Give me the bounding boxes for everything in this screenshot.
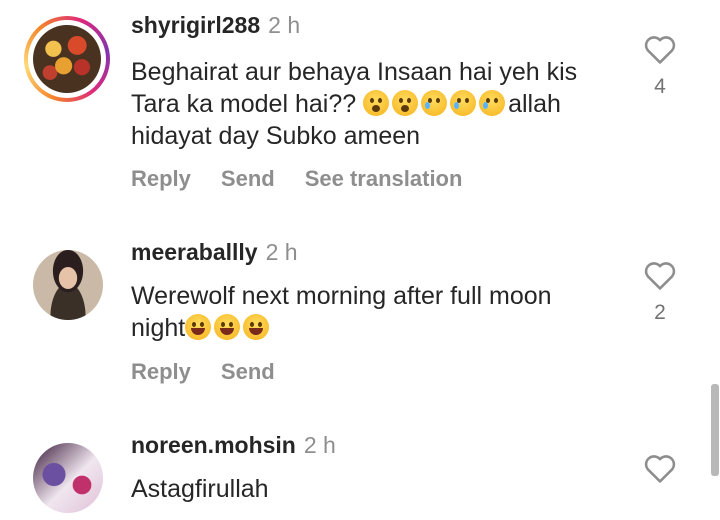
like-count: 2 xyxy=(654,301,666,324)
tears-of-joy-icon xyxy=(243,314,270,340)
comment-line: night xyxy=(131,312,631,344)
comment-actions: Reply Send xyxy=(131,359,305,385)
username-text[interactable]: meeraballly xyxy=(131,239,258,265)
username[interactable]: meeraballly 2 h xyxy=(131,239,298,266)
comment-text: Astagfirullah xyxy=(131,473,631,505)
story-ring[interactable] xyxy=(24,16,110,102)
username-text[interactable]: shyrigirl288 xyxy=(131,12,260,38)
heart-icon[interactable] xyxy=(643,452,677,484)
username-text[interactable]: noreen.mohsin xyxy=(131,432,296,458)
comment-line: Werewolf next morning after full moon xyxy=(131,282,552,310)
comment-text: Werewolf next morning after full moon ni… xyxy=(131,280,631,344)
comment-text: Beghairat aur behaya Insaan hai yeh kis … xyxy=(131,56,631,152)
timestamp: 2 h xyxy=(265,239,298,265)
comment-line: Astagfirullah xyxy=(131,475,269,503)
comment-line: Beghairat aur behaya Insaan hai yeh kis xyxy=(131,58,578,86)
comment-line: Tara ka model hai?? allah xyxy=(131,90,561,118)
avatar[interactable] xyxy=(33,443,103,513)
send-button[interactable]: Send xyxy=(221,359,275,384)
hushed-face-icon xyxy=(392,90,419,116)
timestamp: 2 h xyxy=(303,432,336,458)
like-count: 4 xyxy=(654,75,666,98)
crying-face-icon xyxy=(450,90,477,116)
crying-face-icon xyxy=(421,90,448,116)
comment-actions: Reply Send See translation xyxy=(131,166,492,192)
hushed-face-icon xyxy=(363,90,390,116)
tears-of-joy-icon xyxy=(214,314,241,340)
see-translation-button[interactable]: See translation xyxy=(305,166,463,191)
heart-icon[interactable] xyxy=(643,33,677,65)
avatar[interactable] xyxy=(33,250,103,320)
timestamp: 2 h xyxy=(268,12,301,38)
reply-button[interactable]: Reply xyxy=(131,166,191,191)
username[interactable]: shyrigirl288 2 h xyxy=(131,12,300,39)
scrollbar[interactable] xyxy=(711,384,719,476)
username[interactable]: noreen.mohsin 2 h xyxy=(131,432,336,459)
reply-button[interactable]: Reply xyxy=(131,359,191,384)
send-button[interactable]: Send xyxy=(221,166,275,191)
crying-face-icon xyxy=(479,90,506,116)
comment-line: hidayat day Subko ameen xyxy=(131,122,421,150)
avatar[interactable] xyxy=(33,25,101,93)
tears-of-joy-icon xyxy=(185,314,212,340)
heart-icon[interactable] xyxy=(643,259,677,291)
